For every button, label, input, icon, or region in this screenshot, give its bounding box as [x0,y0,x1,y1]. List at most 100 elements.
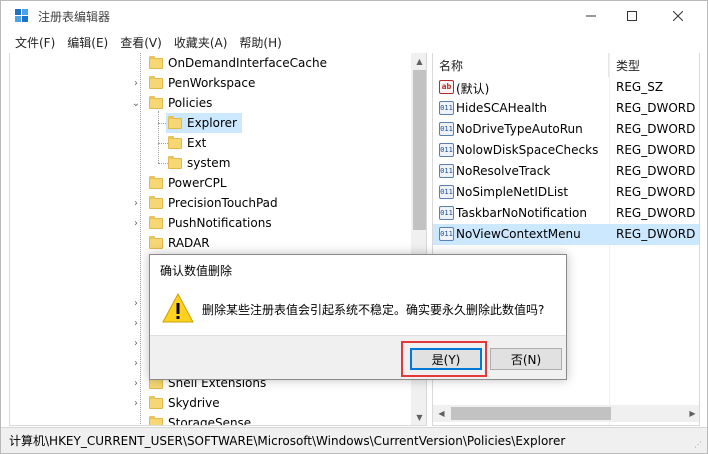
folder-icon [168,156,182,169]
expand-arrow-icon[interactable]: › [130,353,142,373]
tree-item-label: Skydrive [168,396,220,410]
resize-grip-icon[interactable]: ⋰ [694,440,704,450]
binary-value-icon: 011 [439,227,454,241]
string-value-icon: ab [439,80,454,94]
binary-value-icon: 011 [439,164,454,178]
tree-item-label: OnDemandInterfaceCache [168,56,327,70]
folder-icon [149,396,163,409]
tree-item[interactable]: ⌄ Policies [10,93,410,113]
value-name: HideSCAHealth [456,101,547,115]
tree-item-label: PowerCPL [168,176,227,190]
value-type: REG_DWORD [616,185,696,199]
value-name: NoViewContextMenu [456,227,581,241]
dialog-title: 确认数值删除 [160,264,233,278]
warning-icon [162,293,194,323]
menu-favorites[interactable]: 收藏夹(A) [168,31,234,53]
column-header-type[interactable]: 类型 [610,53,699,77]
value-name: NoResolveTrack [456,164,551,178]
expand-arrow-icon[interactable]: › [130,73,142,93]
list-item[interactable]: 011 NoResolveTrack REG_DWORD [433,161,699,182]
expand-arrow-icon[interactable]: › [130,293,142,313]
list-item[interactable]: 011 NoSimpleNetIDList REG_DWORD [433,182,699,203]
maximize-button[interactable] [609,1,655,31]
registry-app-icon [15,9,28,22]
registry-editor-window: 注册表编辑器 文件(F) 编辑(E) 查看(V) 收藏夹(A) 帮助(H) On… [0,0,708,454]
column-header-name[interactable]: 名称 [433,53,609,77]
no-button[interactable]: 否(N) [490,348,562,370]
value-type: REG_DWORD [616,164,696,178]
expand-arrow-icon[interactable]: › [130,313,142,333]
value-name: TaskbarNoNotification [456,206,587,220]
collapse-arrow-icon[interactable]: ⌄ [130,93,142,113]
menu-bar: 文件(F) 编辑(E) 查看(V) 收藏夹(A) 帮助(H) [1,31,707,53]
scrollbar-thumb[interactable] [413,70,426,230]
expand-arrow-icon[interactable]: › [130,333,142,353]
folder-icon [149,216,163,229]
value-name: NoDriveTypeAutoRun [456,122,583,136]
maximize-icon [627,11,637,21]
list-item[interactable]: 011 TaskbarNoNotification REG_DWORD [433,203,699,224]
scrollbar-thumb[interactable] [451,407,611,420]
binary-value-icon: 011 [439,143,454,157]
tree-item[interactable]: Ext [10,133,410,153]
tree-item[interactable]: RADAR [10,233,410,253]
tree-item[interactable]: PowerCPL [10,173,410,193]
value-type: REG_DWORD [616,122,696,136]
tree-item[interactable]: › PrecisionTouchPad [10,193,410,213]
value-name: NolowDiskSpaceChecks [456,143,599,157]
scroll-up-icon[interactable]: ▲ [411,53,426,70]
scroll-down-icon[interactable]: ▼ [411,409,426,425]
tree-item-label: Ext [187,136,207,150]
value-type: REG_DWORD [616,143,696,157]
folder-icon [149,236,163,249]
tree-item-label: PenWorkspace [168,76,256,90]
tree-item[interactable]: system [10,153,410,173]
list-item[interactable]: ab (默认) REG_SZ [433,77,699,98]
tree-item-label: StorageSense [168,416,252,426]
minimize-icon [586,15,596,17]
scroll-left-icon[interactable]: ◀ [433,405,450,422]
list-item[interactable]: 011 NolowDiskSpaceChecks REG_DWORD [433,140,699,161]
menu-help[interactable]: 帮助(H) [233,31,287,53]
menu-file[interactable]: 文件(F) [9,31,61,53]
dialog-button-bar: 是(Y) 否(N) [150,335,566,379]
tree-item[interactable]: › Skydrive [10,393,410,413]
tree-item-label: system [187,156,231,170]
folder-icon [149,56,163,69]
expand-arrow-icon[interactable]: › [130,373,142,393]
yes-button[interactable]: 是(Y) [410,348,482,370]
scroll-right-icon[interactable]: ▶ [684,405,699,422]
value-name: (默认) [456,82,490,96]
menu-view[interactable]: 查看(V) [114,31,168,53]
tree-item-selected[interactable]: Explorer [10,113,410,133]
tree-item-label: RADAR [168,236,210,250]
minimize-button[interactable] [568,1,614,31]
binary-value-icon: 011 [439,206,454,220]
close-button[interactable] [655,1,701,31]
title-bar: 注册表编辑器 [1,1,707,31]
expand-arrow-icon[interactable]: › [130,193,142,213]
list-item-selected[interactable]: 011 NoViewContextMenu REG_DWORD [433,224,699,245]
folder-icon [168,136,182,149]
status-bar: 计算机\HKEY_CURRENT_USER\SOFTWARE\Microsoft… [1,427,707,453]
list-item[interactable]: 011 NoDriveTypeAutoRun REG_DWORD [433,119,699,140]
expand-arrow-icon[interactable]: › [130,393,142,413]
tree-item[interactable]: › PenWorkspace [10,73,410,93]
folder-icon [149,176,163,189]
expand-arrow-icon[interactable]: › [130,213,142,233]
registry-path: 计算机\HKEY_CURRENT_USER\SOFTWARE\Microsoft… [9,434,566,448]
value-name: NoSimpleNetIDList [456,185,569,199]
list-horizontal-scrollbar[interactable]: ◀ ▶ [433,405,699,422]
close-icon [673,11,683,21]
tree-item[interactable]: StorageSense [10,413,410,426]
tree-item[interactable]: OnDemandInterfaceCache [10,53,410,73]
tree-item-label: Policies [168,96,213,110]
value-type: REG_SZ [616,80,664,94]
menu-edit[interactable]: 编辑(E) [61,31,114,53]
list-item[interactable]: 011 HideSCAHealth REG_DWORD [433,98,699,119]
binary-value-icon: 011 [439,101,454,115]
binary-value-icon: 011 [439,185,454,199]
tree-item-label: PushNotifications [168,216,272,230]
tree-item[interactable]: › PushNotifications [10,213,410,233]
folder-icon [168,116,182,129]
